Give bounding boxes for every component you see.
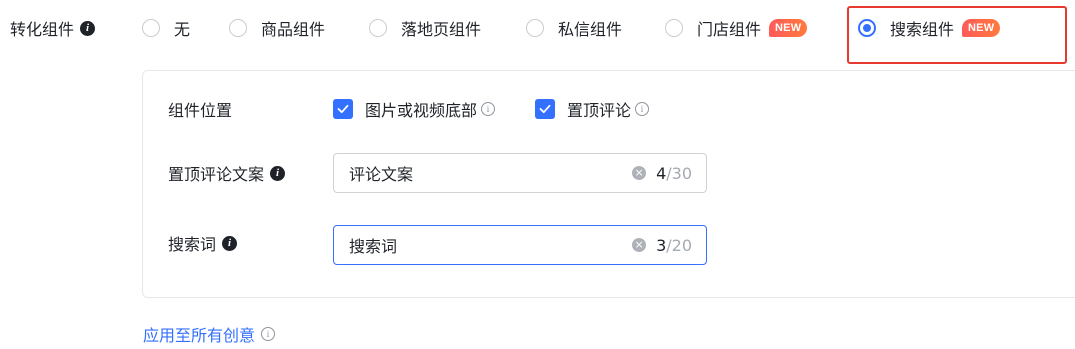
checkbox-pinned-comment[interactable]: 置顶评论 i <box>535 97 650 121</box>
radio-circle[interactable] <box>142 19 160 37</box>
pinned-comment-text-label-text: 置顶评论文案 <box>168 165 265 184</box>
radio-option-search[interactable]: 搜索组件 NEW <box>858 16 1001 40</box>
radio-option-label: 落地页组件 <box>401 20 482 39</box>
radio-option-landing-page[interactable]: 落地页组件 <box>369 16 481 40</box>
radio-option-label: 搜索组件 <box>890 20 955 39</box>
search-term-input-value[interactable]: 搜索词 <box>349 233 632 257</box>
checkbox-checked-icon[interactable] <box>535 99 555 119</box>
radio-circle[interactable] <box>526 19 544 37</box>
radio-option-label: 私信组件 <box>558 20 623 39</box>
radio-option-private-message[interactable]: 私信组件 <box>526 16 622 40</box>
checkbox-image-video-bottom[interactable]: 图片或视频底部 i <box>333 97 496 121</box>
checkbox-checked-icon[interactable] <box>333 99 353 119</box>
radio-option-store[interactable]: 门店组件 NEW <box>665 16 808 40</box>
search-term-label-text: 搜索词 <box>168 235 217 254</box>
radio-option-product[interactable]: 商品组件 <box>229 16 325 40</box>
radio-option-label: 商品组件 <box>261 20 326 39</box>
character-max: /20 <box>666 235 692 255</box>
pinned-comment-text-label: 置顶评论文案 i <box>168 161 286 185</box>
info-outline-icon[interactable]: i <box>261 327 276 341</box>
radio-option-label: 门店组件 <box>697 20 762 39</box>
checkbox-label: 置顶评论 <box>567 101 632 120</box>
conversion-component-label: 转化组件 i <box>10 16 96 40</box>
search-term-input[interactable]: 搜索词 × 3/20 <box>333 225 707 265</box>
info-outline-icon[interactable]: i <box>481 102 496 116</box>
apply-to-all-creatives-label[interactable]: 应用至所有创意 <box>143 322 255 346</box>
clear-icon[interactable]: × <box>632 166 647 180</box>
radio-circle[interactable] <box>665 19 683 37</box>
info-icon[interactable]: i <box>270 165 286 181</box>
clear-icon[interactable]: × <box>632 238 647 252</box>
pinned-comment-input-value[interactable]: 评论文案 <box>349 161 632 185</box>
info-outline-icon[interactable]: i <box>635 102 650 116</box>
character-counter: 3/20 <box>656 236 692 255</box>
search-term-label: 搜索词 i <box>168 231 238 255</box>
character-max: /30 <box>666 163 692 183</box>
info-icon[interactable]: i <box>80 20 96 36</box>
character-count: 4 <box>656 163 667 183</box>
radio-circle-checked[interactable] <box>858 19 876 37</box>
character-counter: 4/30 <box>656 164 692 183</box>
apply-to-all-creatives-link[interactable]: 应用至所有创意 i <box>143 322 276 346</box>
radio-circle[interactable] <box>229 19 247 37</box>
new-badge: NEW <box>962 19 1001 37</box>
new-badge: NEW <box>769 19 808 37</box>
conversion-component-label-text: 转化组件 <box>10 20 75 39</box>
component-position-label: 组件位置 <box>168 97 232 121</box>
info-icon[interactable]: i <box>222 235 238 251</box>
radio-option-none[interactable]: 无 <box>142 16 190 40</box>
checkbox-label: 图片或视频底部 <box>365 101 478 120</box>
character-count: 3 <box>656 235 667 255</box>
component-position-label-text: 组件位置 <box>168 101 233 120</box>
radio-option-label: 无 <box>174 20 191 39</box>
radio-circle[interactable] <box>369 19 387 37</box>
pinned-comment-input[interactable]: 评论文案 × 4/30 <box>333 153 707 193</box>
